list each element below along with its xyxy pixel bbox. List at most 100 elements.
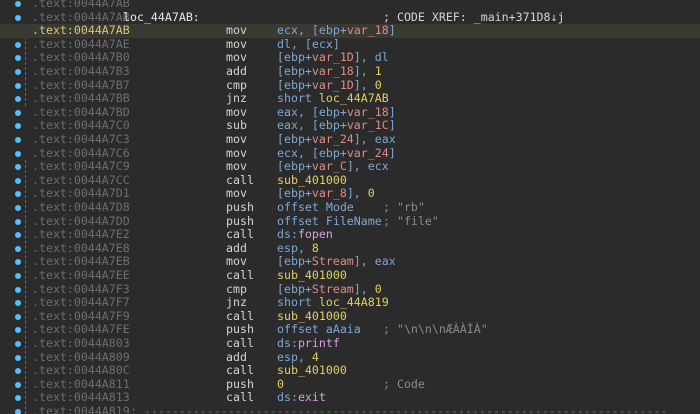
mnemonic: cmp <box>226 281 247 296</box>
mnemonic: mov <box>226 104 247 119</box>
operands[interactable]: ds:exit <box>277 391 326 405</box>
instruction-row[interactable]: .text:0044A7C6 mov ecx, [ebp+var_24] <box>0 145 700 161</box>
instruction-row[interactable]: .text:0044A7E2 call ds:fopen <box>0 227 700 242</box>
instruction-row[interactable]: .text:0044A7BD mov eax, [ebp+var_18] <box>0 104 700 120</box>
operands[interactable]: [ebp+var_18], 1 <box>277 64 382 79</box>
instruction-row[interactable]: .text:0044A7D8 push offset Mode ; "rb" <box>0 200 700 215</box>
mnemonic: add <box>226 349 247 364</box>
operands[interactable]: ds:printf <box>277 336 340 351</box>
mnemonic: add <box>226 64 247 78</box>
mnemonic: push <box>226 213 254 228</box>
instruction-row[interactable]: .text:0044A7B0 mov [ebp+var_1D], dl <box>0 51 700 65</box>
address: .text:0044A7D1 <box>32 186 130 201</box>
operands[interactable]: [ebp+Stream], 0 <box>277 282 382 297</box>
address: .text:0044A7C9 <box>32 159 130 174</box>
address: .text:0044A7D8 <box>32 200 130 214</box>
operands[interactable]: short loc_44A7AB <box>277 91 389 106</box>
instruction-row[interactable]: .text:0044A813 call ds:exit <box>0 391 700 405</box>
operands[interactable]: [ebp+var_8], 0 <box>277 187 375 201</box>
code-label[interactable]: loc_44A7AB: <box>123 10 200 25</box>
operands[interactable]: esp, 8 <box>277 241 319 256</box>
address: .text:0044A811 <box>32 376 130 391</box>
address: .text:0044A7F3 <box>32 281 130 296</box>
address: .text:0044A7C6 <box>32 145 130 160</box>
instruction-row[interactable]: .text:0044A7FE push offset aAaia ; "\n\n\nÆ… <box>0 323 700 337</box>
operands[interactable]: sub_401000 <box>277 173 347 188</box>
instruction-row[interactable]: .text:0044A809 add esp, 4 <box>0 349 700 365</box>
instruction-row[interactable]: .text:0044A7CC call sub_401000 <box>0 172 700 188</box>
address: .text:0044A7B0 <box>32 50 130 65</box>
separator-row[interactable]: .text:0044A819; ------------------------… <box>0 404 700 414</box>
label-row[interactable]: .text:0044A7AB loc_44A7AB: ; CODE XREF: _m… <box>0 9 700 25</box>
instruction-row[interactable]: .text:0044A7DD push offset FileName; "file… <box>0 213 700 229</box>
address: .text:0044A7FE <box>32 322 130 337</box>
operands[interactable]: [ebp+var_24], eax <box>277 132 396 147</box>
instruction-row[interactable]: .text:0044A7C0 sub eax, [ebp+var_1C] <box>0 119 700 133</box>
instruction-row[interactable]: .text:0044A7AE mov dl, [ecx] <box>0 36 700 52</box>
operands[interactable]: esp, 4 <box>277 350 319 365</box>
instruction-row[interactable]: .text:0044A7AB mov ecx, [ebp+var_18] <box>0 23 700 38</box>
instruction-row[interactable]: .text:0044A7C3 mov [ebp+var_24], eax <box>0 132 700 147</box>
address: .text:0044A7B3 <box>32 64 130 78</box>
mnemonic: push <box>226 200 254 214</box>
operands[interactable]: [ebp+var_C], ecx <box>277 159 389 174</box>
instruction-row[interactable]: .text:0044A803 call ds:printf <box>0 336 700 351</box>
mnemonic: jnz <box>226 295 247 310</box>
operands[interactable]: offset Mode <box>277 200 354 215</box>
operands[interactable]: ecx, [ebp+var_18] <box>277 23 396 38</box>
operands[interactable]: [ebp+var_1D], dl <box>277 51 389 65</box>
instruction-row[interactable]: .text:0044A80C call sub_401000 <box>0 363 700 378</box>
operands[interactable]: ecx, [ebp+var_24] <box>277 146 396 161</box>
instruction-row[interactable]: .text:0044A7BB jnz short loc_44A7AB <box>0 91 700 106</box>
instruction-row[interactable]: .text:0044A7B3 add [ebp+var_18], 1 <box>0 64 700 79</box>
mnemonic: call <box>226 308 254 323</box>
inline-comment: ; "\n\n\nÆÀÀÌÀ" <box>383 322 488 337</box>
operands[interactable]: short loc_44A819 <box>277 295 389 310</box>
instruction-row[interactable]: .text:0044A7E8 add esp, 8 <box>0 240 700 256</box>
mnemonic: call <box>226 227 254 242</box>
address: .text:0044A7C0 <box>32 118 130 133</box>
operands[interactable]: eax, [ebp+var_1C] <box>277 119 396 133</box>
address: .text:0044A7F7 <box>32 295 130 310</box>
operands[interactable]: dl, [ecx] <box>277 37 340 52</box>
instruction-row[interactable]: .text:0044A7F3 cmp [ebp+Stream], 0 <box>0 281 700 297</box>
mnemonic: add <box>226 240 247 255</box>
mnemonic: mov <box>226 50 247 65</box>
mnemonic: mov <box>226 145 247 160</box>
operands[interactable]: [ebp+Stream], eax <box>277 255 396 269</box>
operands[interactable]: [ebp+var_1D], 0 <box>277 78 382 93</box>
instruction-row[interactable]: .text:0044A7B7 cmp [ebp+var_1D], 0 <box>0 78 700 93</box>
address: .text:0044A7AB <box>32 9 130 24</box>
address: .text:0044A7F9 <box>32 308 130 323</box>
instruction-row[interactable]: .text:0044A7C9 mov [ebp+var_C], ecx <box>0 159 700 174</box>
operands[interactable]: sub_401000 <box>277 363 347 378</box>
operands[interactable]: ds:fopen <box>277 227 333 242</box>
mnemonic: sub <box>226 118 247 133</box>
instruction-row[interactable]: .text:0044A7F9 call sub_401000 <box>0 308 700 324</box>
mnemonic: jnz <box>226 91 247 106</box>
mnemonic: mov <box>226 132 247 146</box>
operands[interactable]: 0 <box>277 377 284 392</box>
address: .text:0044A7EE <box>32 268 130 282</box>
operands[interactable]: sub_401000 <box>277 268 347 283</box>
operands[interactable]: offset aAaia <box>277 323 361 337</box>
address: .text:0044A7AB <box>32 23 130 38</box>
instruction-row[interactable]: .text:0044A7EE call sub_401000 <box>0 268 700 283</box>
mnemonic: call <box>226 336 254 350</box>
operands[interactable]: eax, [ebp+var_18] <box>277 105 396 120</box>
disassembly-view[interactable]: .text:0044A7AB .text:0044A7AB loc_44A7AB:;… <box>0 0 700 414</box>
mnemonic: mov <box>226 254 247 269</box>
instruction-row[interactable]: .text:0044A7EB mov [ebp+Stream], eax <box>0 255 700 269</box>
instruction-row[interactable]: .text:0044A7D1 mov [ebp+var_8], 0 <box>0 187 700 201</box>
instruction-row[interactable]: .text:0044A7F7 jnz short loc_44A819 <box>0 295 700 310</box>
operands[interactable]: offset FileName <box>277 214 382 229</box>
operands[interactable]: sub_401000 <box>277 309 347 324</box>
instruction-row[interactable]: .text:0044A7AB <box>0 0 700 11</box>
inline-comment: ; Code <box>383 376 425 391</box>
xref-comment: ; CODE XREF: _main+371D8↓j <box>383 9 565 24</box>
address: .text:0044A819 <box>32 404 130 414</box>
address: .text:0044A7CC <box>32 172 130 187</box>
mnemonic: mov <box>226 36 247 51</box>
instruction-row[interactable]: .text:0044A811 push 0 ; Code <box>0 376 700 392</box>
mnemonic: call <box>226 363 254 378</box>
